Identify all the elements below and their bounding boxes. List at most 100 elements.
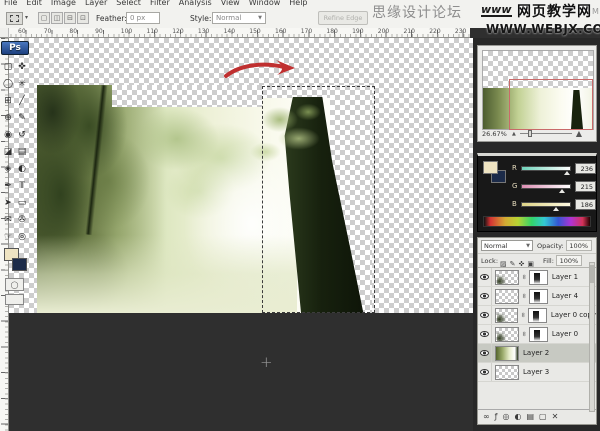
slider-thumb-icon[interactable] [559, 189, 565, 193]
background-color-swatch[interactable] [12, 258, 27, 271]
zoom-in-icon[interactable]: ▲ [576, 129, 582, 138]
pen-tool[interactable]: ✒ [1, 177, 15, 194]
screen-mode-button[interactable] [5, 294, 24, 305]
layer-row[interactable]: Layer 2 [478, 344, 596, 363]
channel-slider[interactable] [521, 202, 571, 207]
eraser-tool[interactable]: ◪ [1, 143, 15, 160]
add-layer-mask-icon[interactable]: ◎ [503, 410, 510, 424]
visibility-cell[interactable] [478, 363, 492, 381]
subtract-selection-button[interactable]: ⊟ [64, 12, 76, 24]
layer-name[interactable]: Layer 1 [552, 273, 578, 281]
brush-tool[interactable]: ✎ [15, 109, 29, 126]
new-layer-icon[interactable]: ▢ [539, 410, 547, 424]
slider-thumb-icon[interactable] [553, 207, 559, 211]
eye-icon[interactable] [480, 312, 489, 318]
visibility-cell[interactable] [478, 325, 492, 343]
eye-icon[interactable] [480, 369, 489, 375]
feather-input[interactable]: 0 px [126, 12, 160, 24]
dodge-tool[interactable]: ◐ [15, 160, 29, 177]
eyedropper-tool[interactable]: ✇ [15, 211, 29, 228]
hand-tool[interactable]: ☞ [1, 228, 15, 245]
menu-window[interactable]: Window [249, 0, 281, 8]
layer-thumbnail[interactable] [495, 308, 519, 323]
navigator-viewbox[interactable] [509, 79, 593, 130]
visibility-cell[interactable] [478, 287, 492, 305]
blur-tool[interactable]: ◈ [1, 160, 15, 177]
lasso-tool[interactable]: ◯ [1, 75, 15, 92]
menu-edit[interactable]: Edit [26, 0, 42, 8]
menu-select[interactable]: Select [116, 0, 141, 8]
visibility-cell[interactable] [478, 268, 492, 286]
channel-value[interactable]: 236 [575, 163, 596, 174]
path-selection-tool[interactable]: ➤ [1, 194, 15, 211]
crop-tool[interactable]: ⊞ [1, 92, 15, 109]
layer-name[interactable]: Layer 2 [523, 349, 549, 357]
new-group-icon[interactable]: ▤ [526, 410, 534, 424]
zoom-slider[interactable] [520, 133, 572, 134]
refine-edge-button[interactable]: Refine Edge [318, 11, 368, 25]
menu-image[interactable]: Image [51, 0, 76, 8]
channel-slider[interactable] [521, 166, 571, 171]
layer-style-icon[interactable]: ƒ [495, 410, 498, 424]
lock-all-icon[interactable]: ▣ [527, 260, 534, 268]
eye-icon[interactable] [480, 350, 489, 356]
color-spectrum-ramp[interactable] [483, 216, 591, 227]
move-tool[interactable]: ✜ [15, 58, 29, 75]
channel-value[interactable]: 215 [575, 181, 596, 192]
lock-position-icon[interactable]: ✜ [519, 260, 525, 268]
layer-thumbnail[interactable] [495, 327, 519, 342]
clone-stamp-tool[interactable]: ◉ [1, 126, 15, 143]
color-panel-foreground-swatch[interactable] [483, 161, 498, 174]
channel-value[interactable]: 186 [575, 199, 596, 210]
menu-view[interactable]: View [221, 0, 240, 8]
layer-thumbnail[interactable] [495, 346, 519, 361]
layer-row[interactable]: ∞Layer 0 copy [478, 306, 596, 325]
link-layers-icon[interactable]: ∞ [483, 410, 490, 424]
type-tool[interactable]: T [15, 177, 29, 194]
marquee-selection[interactable] [262, 86, 375, 313]
notes-tool[interactable]: ✉ [1, 211, 15, 228]
marquee-tool-preset[interactable] [6, 12, 23, 25]
intersect-selection-button[interactable]: ⊡ [77, 12, 89, 24]
channel-slider[interactable] [521, 184, 571, 189]
layer-name[interactable]: Layer 3 [523, 368, 549, 376]
layer-row[interactable]: ∞Layer 1 [478, 268, 596, 287]
healing-brush-tool[interactable]: ⊕ [1, 109, 15, 126]
adjustment-layer-icon[interactable]: ◐ [514, 410, 521, 424]
slice-tool[interactable]: ╱ [15, 92, 29, 109]
add-selection-button[interactable]: ◫ [51, 12, 63, 24]
rectangular-marquee-tool[interactable]: ▢ [1, 58, 15, 75]
fill-input[interactable]: 100% [556, 255, 582, 266]
history-brush-tool[interactable]: ↺ [15, 126, 29, 143]
slider-thumb-icon[interactable] [564, 171, 570, 175]
eye-icon[interactable] [480, 331, 489, 337]
layer-thumbnail[interactable] [495, 365, 519, 380]
style-select[interactable]: Normal▼ [212, 12, 266, 24]
zoom-out-icon[interactable]: ▲ [512, 131, 516, 137]
blend-mode-select[interactable]: Normal ▼ [481, 240, 533, 251]
new-selection-button[interactable]: ▢ [38, 12, 50, 24]
layers-scrollbar[interactable] [589, 262, 595, 412]
menu-analysis[interactable]: Analysis [179, 0, 212, 8]
layer-mask-thumbnail[interactable] [529, 327, 548, 342]
layer-row[interactable]: Layer 3 [478, 363, 596, 382]
eye-icon[interactable] [480, 293, 489, 299]
zoom-slider-thumb[interactable] [528, 130, 532, 137]
zoom-tool[interactable]: ◎ [15, 228, 29, 245]
gradient-tool[interactable]: ▤ [15, 143, 29, 160]
magic-wand-tool[interactable]: ✳ [15, 75, 29, 92]
zoom-percentage[interactable]: 26.67% [482, 130, 512, 138]
visibility-cell[interactable] [478, 306, 492, 324]
preset-caret-icon[interactable]: ▾ [25, 14, 28, 21]
opacity-input[interactable]: 100% [566, 240, 592, 251]
eye-icon[interactable] [480, 274, 489, 280]
layer-row[interactable]: ∞Layer 4 [478, 287, 596, 306]
layer-row[interactable]: ∞Layer 0 [478, 325, 596, 344]
layer-thumbnail[interactable] [495, 289, 519, 304]
layer-name[interactable]: Layer 4 [552, 292, 578, 300]
delete-layer-icon[interactable]: ✕ [552, 410, 559, 424]
layer-mask-thumbnail[interactable] [528, 308, 547, 323]
lock-transparency-icon[interactable]: ▨ [500, 260, 507, 268]
layer-thumbnail[interactable] [495, 270, 519, 285]
lock-pixels-icon[interactable]: ✎ [510, 260, 516, 268]
